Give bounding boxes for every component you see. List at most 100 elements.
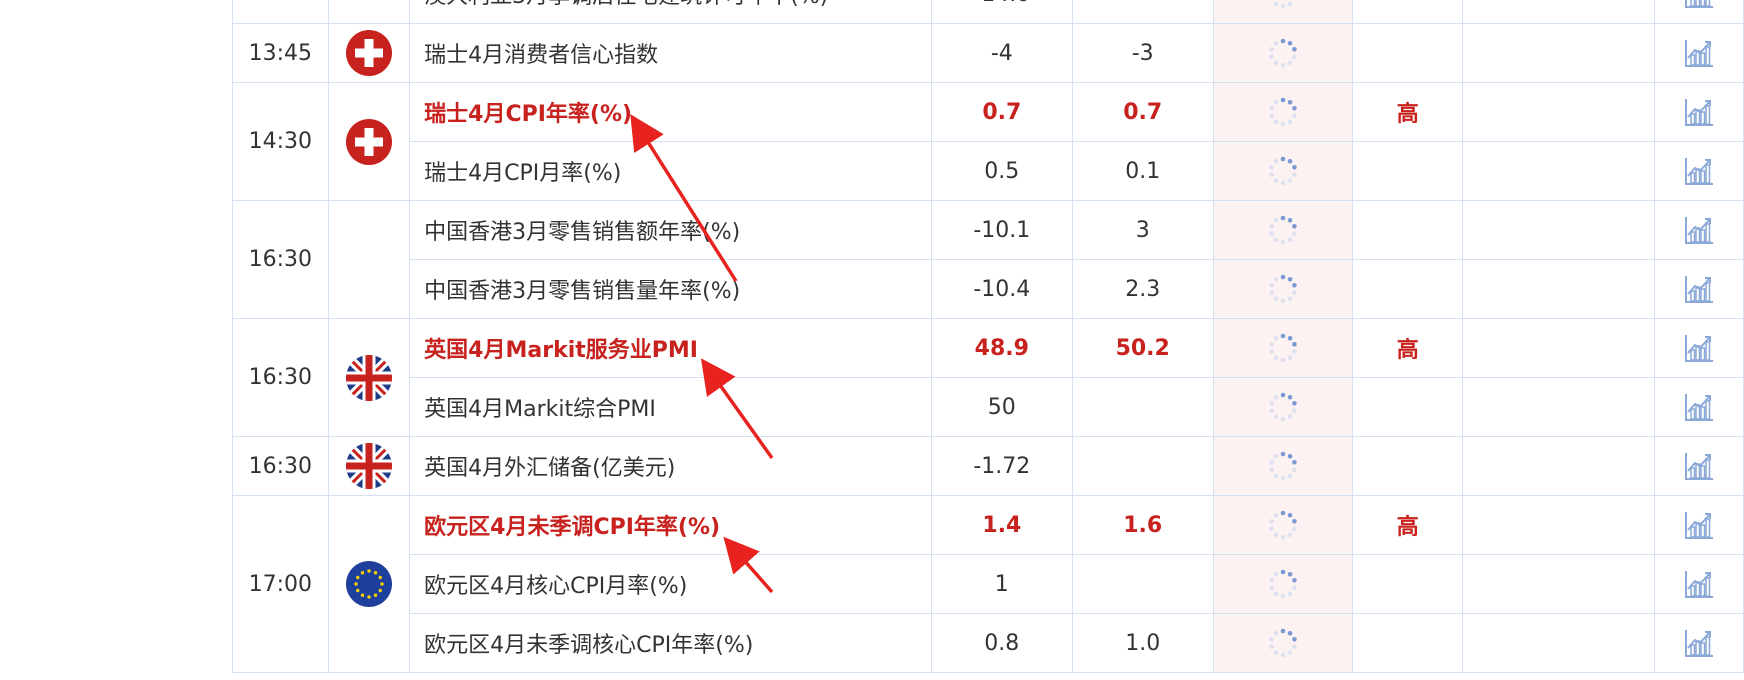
actual-value-cell [1212,200,1354,260]
importance-cell [1352,23,1464,83]
chart-cell[interactable] [1653,436,1744,496]
table-row: 中国香港3月零售销售量年率(%) -10.4 2.3 [233,259,1744,319]
forecast-value: 1.6 [1071,495,1214,555]
event-name[interactable]: 瑞士4月CPI月率(%) [409,141,932,201]
uk-flag-icon [345,443,392,489]
chart-icon[interactable] [1683,450,1715,482]
time-cell: 16:30 [232,318,329,437]
event-name[interactable]: 英国4月外汇储备(亿美元) [409,436,932,496]
loading-spinner-icon [1269,215,1297,245]
actual-value-cell [1212,82,1354,142]
event-name[interactable]: 中国香港3月零售销售额年率(%) [409,200,932,260]
chart-icon[interactable] [1683,332,1715,364]
actual-value-cell [1212,141,1354,201]
chart-icon[interactable] [1683,391,1715,423]
time-cell: 14:30 [232,82,329,201]
swiss-flag-icon [345,30,392,76]
chart-icon[interactable] [1683,627,1715,659]
table-row: 13:45 瑞士4月消费者信心指数 -4 -3 [232,23,1744,83]
chart-cell[interactable] [1653,23,1744,83]
loading-spinner-icon [1269,38,1297,68]
event-name[interactable]: 瑞士4月CPI年率(%) [409,82,932,142]
chart-cell[interactable] [1653,82,1744,142]
previous-value: 0.7 [930,82,1073,142]
table-row: 欧元区4月未季调核心CPI年率(%) 0.8 1.0 [233,613,1744,673]
chart-cell[interactable] [1653,495,1744,555]
chart-cell[interactable] [1653,141,1744,201]
forecast-value [1071,436,1214,496]
blank-cell [1462,0,1655,24]
forecast-value: -3 [1071,23,1214,83]
importance-high-badge: 高 [1396,102,1419,127]
chart-cell[interactable] [1653,613,1744,673]
loading-spinner-icon [1269,392,1297,422]
event-name[interactable]: 瑞士4月消费者信心指数 [409,23,932,83]
previous-value: 1 [930,554,1073,614]
table-row: 欧元区4月核心CPI月率(%) 1 [233,554,1744,614]
chart-cell[interactable] [1653,377,1744,437]
flag-cell [327,436,411,496]
importance-cell [1352,613,1464,673]
actual-value-cell [1212,259,1354,319]
economic-calendar-table: 澳大利亚3月季调后住宅建筑许可年率(%)-14.013:45瑞士4月消费者信心指… [232,0,1744,673]
table-row: 16:30 英国4月外汇储备(亿美元) -1.72 [232,436,1744,496]
loading-spinner-icon [1269,569,1297,599]
forecast-value [1071,0,1214,24]
blank-cell [1462,141,1655,201]
flag-cell [327,82,411,201]
loading-spinner-icon [1269,274,1297,304]
chart-icon[interactable] [1683,96,1715,128]
blank-cell [1462,82,1655,142]
time-cell: 13:45 [232,23,329,83]
actual-value-cell [1212,436,1354,496]
flag-cell [327,200,411,319]
loading-spinner-icon [1269,451,1297,481]
importance-cell: 高 [1352,495,1464,555]
event-name[interactable]: 英国4月Markit服务业PMI [409,318,932,378]
table-row: 澳大利亚3月季调后住宅建筑许可年率(%)-14.0 [232,0,1744,24]
actual-value-cell [1212,613,1354,673]
flag-cell [327,0,411,24]
importance-cell [1352,554,1464,614]
actual-value-cell [1212,495,1354,555]
blank-cell [1462,23,1655,83]
chart-icon[interactable] [1683,0,1715,10]
importance-high-badge: 高 [1396,515,1419,540]
chart-cell[interactable] [1653,554,1744,614]
chart-icon[interactable] [1683,568,1715,600]
event-name[interactable]: 中国香港3月零售销售量年率(%) [409,259,932,319]
loading-spinner-icon [1269,628,1297,658]
event-name[interactable]: 澳大利亚3月季调后住宅建筑许可年率(%) [409,0,932,24]
forecast-value: 50.2 [1071,318,1214,378]
previous-value: 0.5 [930,141,1073,201]
chart-cell[interactable] [1653,0,1744,24]
forecast-value [1071,554,1214,614]
blank-cell [1462,436,1655,496]
event-name[interactable]: 欧元区4月核心CPI月率(%) [409,554,932,614]
chart-cell[interactable] [1653,259,1744,319]
event-name[interactable]: 英国4月Markit综合PMI [409,377,932,437]
importance-cell [1352,141,1464,201]
previous-value: -14.0 [930,0,1073,24]
event-name[interactable]: 欧元区4月未季调CPI年率(%) [409,495,932,555]
previous-value: -1.72 [930,436,1073,496]
forecast-value: 3 [1071,200,1214,260]
chart-cell[interactable] [1653,200,1744,260]
chart-icon[interactable] [1683,37,1715,69]
importance-cell: 高 [1352,82,1464,142]
blank-cell [1462,554,1655,614]
time-cell: 17:00 [232,495,329,673]
chart-icon[interactable] [1683,155,1715,187]
event-name[interactable]: 欧元区4月未季调核心CPI年率(%) [409,613,932,673]
chart-icon[interactable] [1683,273,1715,305]
importance-cell [1352,377,1464,437]
loading-spinner-icon [1269,510,1297,540]
time-cell: 16:30 [232,436,329,496]
previous-value: 0.8 [930,613,1073,673]
loading-spinner-icon [1269,333,1297,363]
importance-cell [1352,259,1464,319]
chart-icon[interactable] [1683,214,1715,246]
time-cell [232,0,329,24]
chart-cell[interactable] [1653,318,1744,378]
chart-icon[interactable] [1683,509,1715,541]
